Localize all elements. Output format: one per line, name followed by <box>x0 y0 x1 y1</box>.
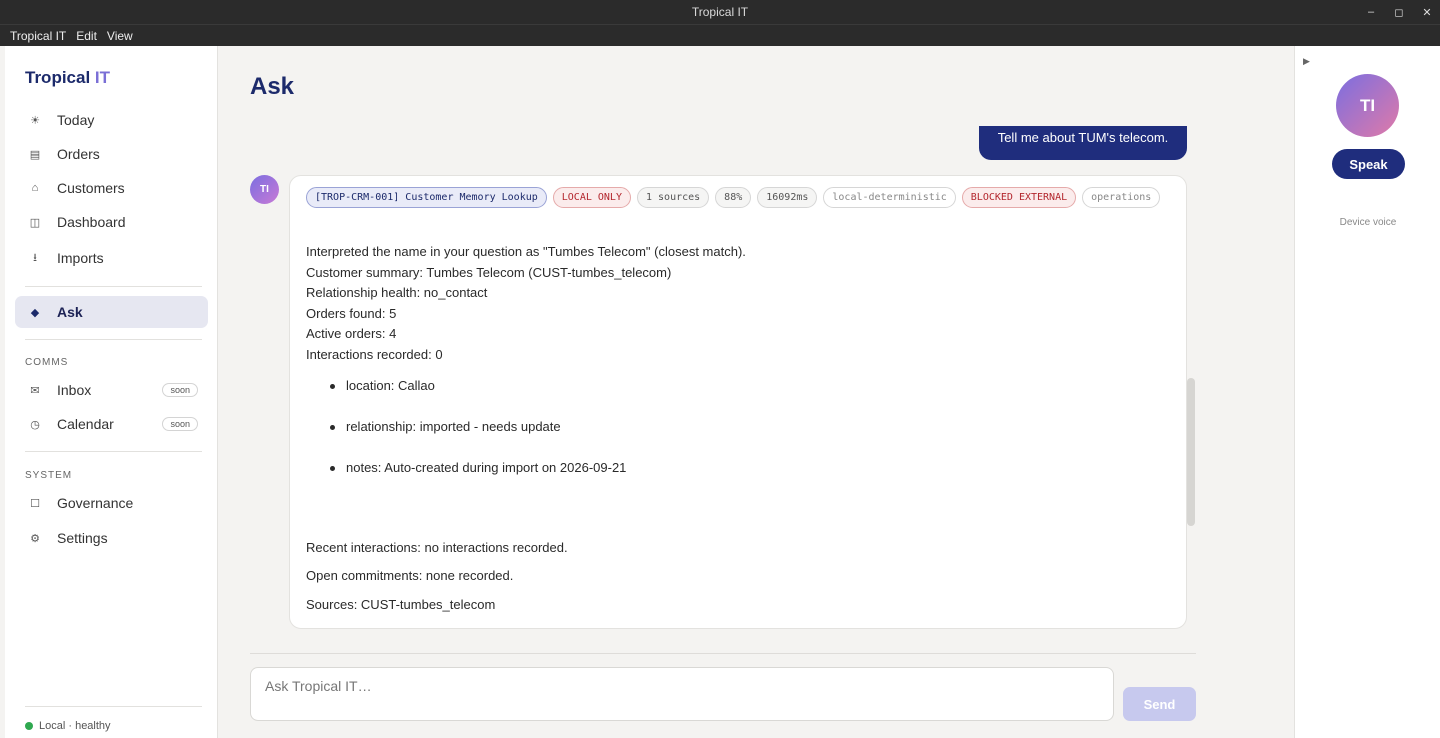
menu-view[interactable]: View <box>107 29 133 43</box>
assistant-avatar: TI <box>250 175 279 204</box>
sidebar-item-ask[interactable]: ◆ Ask <box>15 296 208 328</box>
section-title-system: SYSTEM <box>25 470 73 481</box>
soon-badge: soon <box>162 417 198 431</box>
sidebar-item-dashboard[interactable]: ◫ Dashboard <box>15 206 208 238</box>
status-indicator: Local · healthy <box>25 720 111 732</box>
chat-scrollbar[interactable] <box>1187 378 1195 526</box>
speak-button[interactable]: Speak <box>1332 149 1405 179</box>
list-item: notes: Auto-created during import on 202… <box>330 460 626 501</box>
composer-divider <box>250 653 1196 654</box>
sidebar-item-label: Calendar <box>57 416 114 432</box>
minimize-icon[interactable]: – <box>1366 6 1376 18</box>
sidebar-divider <box>25 706 202 707</box>
blocked-external-chip: BLOCKED EXTERNAL <box>961 187 1077 208</box>
checkbox-icon: ☐ <box>30 497 40 510</box>
download-icon: ⭳ <box>33 251 37 264</box>
window-title: Tropical IT <box>691 5 749 19</box>
answer-line: Customer summary: Tumbes Telecom (CUST-t… <box>306 264 672 280</box>
gear-icon: ⚙ <box>30 532 40 545</box>
sidebar-divider <box>25 286 202 287</box>
collapse-arrow-icon[interactable]: ▶ <box>1303 56 1310 67</box>
local-only-chip: LOCAL ONLY <box>552 187 631 208</box>
section-title-comms: COMMS <box>25 357 69 368</box>
assistant-answer-card: [TROP-CRM-001] Customer Memory Lookup LO… <box>289 175 1187 629</box>
diamond-icon: ◆ <box>30 306 40 319</box>
brand-name: Tropical <box>25 68 91 87</box>
sidebar-item-label: Customers <box>57 180 125 196</box>
menu-app[interactable]: Tropical IT <box>10 29 66 43</box>
recent-interactions-line: Recent interactions: no interactions rec… <box>306 540 568 555</box>
answer-line: Relationship health: no_contact <box>306 285 488 301</box>
sources-line: Sources: CUST-tumbes_telecom <box>306 597 496 612</box>
brand-logo[interactable]: Tropical IT <box>25 68 110 88</box>
home-icon: ⌂ <box>31 182 39 194</box>
open-commitments-line: Open commitments: none recorded. <box>306 568 514 583</box>
sidebar-divider <box>25 339 202 340</box>
sidebar-item-label: Settings <box>57 530 108 546</box>
sidebar-item-inbox[interactable]: ✉ Inbox soon <box>15 374 208 406</box>
voice-avatar: TI <box>1336 74 1399 137</box>
sidebar-item-imports[interactable]: ⭳ Imports <box>15 242 208 274</box>
sidebar-item-label: Today <box>57 112 95 128</box>
status-text: Local · healthy <box>39 720 111 732</box>
sources-chip: 1 sources <box>636 187 710 208</box>
sidebar-item-label: Imports <box>57 250 104 266</box>
menu-bar: Tropical IT Edit View <box>0 24 1440 46</box>
latency-chip: 16092ms <box>757 187 818 208</box>
maximize-icon[interactable]: ◻ <box>1394 6 1404 19</box>
answer-summary: Interpreted the name in your question as… <box>306 242 746 366</box>
sidebar-item-label: Inbox <box>57 382 92 398</box>
tool-chip: [TROP-CRM-001] Customer Memory Lookup <box>306 187 547 208</box>
list-item: location: Callao <box>330 378 626 419</box>
sidebar-item-label: Ask <box>57 304 83 320</box>
sidebar-divider <box>25 451 202 452</box>
user-message-bubble: Tell me about TUM's telecom. <box>979 126 1187 160</box>
answer-line: Interpreted the name in your question as… <box>306 244 746 259</box>
device-voice-label: Device voice <box>1339 217 1397 228</box>
sidebar-item-orders[interactable]: ▤ Orders <box>15 138 208 170</box>
answer-line: Orders found: 5 <box>306 305 397 321</box>
clock-icon: ◷ <box>30 418 40 431</box>
close-icon[interactable]: ✕ <box>1422 6 1432 19</box>
window-titlebar: Tropical IT – ◻ ✕ <box>0 0 1440 24</box>
status-dot-icon <box>25 722 33 730</box>
engine-chip: local-deterministic <box>823 187 956 208</box>
sun-icon: ☀ <box>30 114 40 127</box>
sidebar-item-label: Governance <box>57 495 134 511</box>
sidebar-item-calendar[interactable]: ◷ Calendar soon <box>15 408 208 440</box>
sidebar-item-governance[interactable]: ☐ Governance <box>15 487 208 519</box>
answer-line: Interactions recorded: 0 <box>306 346 443 362</box>
send-button[interactable]: Send <box>1123 687 1196 721</box>
ask-input[interactable] <box>250 667 1114 721</box>
menu-edit[interactable]: Edit <box>76 29 97 43</box>
confidence-chip: 88% <box>715 187 752 208</box>
window-controls: – ◻ ✕ <box>1366 0 1432 24</box>
sidebar-item-label: Dashboard <box>57 214 126 230</box>
answer-chips: [TROP-CRM-001] Customer Memory Lookup LO… <box>306 187 1166 208</box>
list-item: relationship: imported - needs update <box>330 419 626 460</box>
answer-bullets: location: Callao relationship: imported … <box>330 378 626 501</box>
sidebar-item-label: Orders <box>57 146 100 162</box>
sidebar-item-customers[interactable]: ⌂ Customers <box>15 172 208 204</box>
domain-chip: operations <box>1082 187 1161 208</box>
page-title: Ask <box>250 73 295 100</box>
list-icon: ▤ <box>29 148 41 161</box>
dashboard-icon: ◫ <box>29 216 41 229</box>
voice-panel: ▶ TI Speak Device voice <box>1294 46 1440 738</box>
sidebar: Tropical IT ☀ Today ▤ Orders ⌂ Customers… <box>5 46 218 738</box>
answer-line: Active orders: 4 <box>306 326 397 342</box>
mail-icon: ✉ <box>30 384 40 397</box>
soon-badge: soon <box>162 383 198 397</box>
sidebar-item-settings[interactable]: ⚙ Settings <box>15 522 208 554</box>
sidebar-item-today[interactable]: ☀ Today <box>15 104 208 136</box>
brand-suffix: IT <box>94 68 111 87</box>
